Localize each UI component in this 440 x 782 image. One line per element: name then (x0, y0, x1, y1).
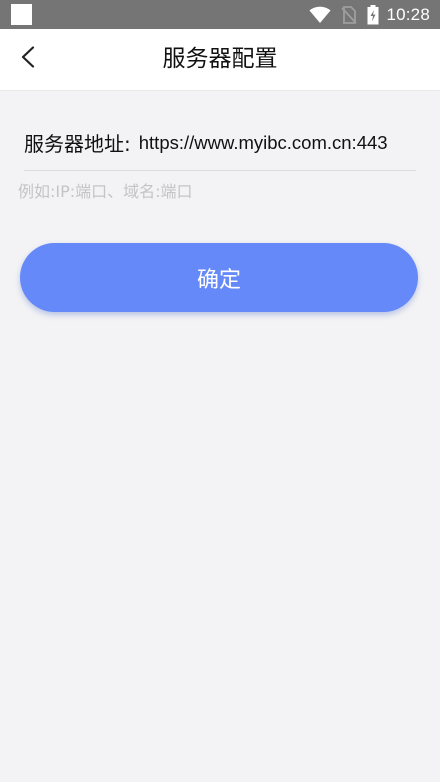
page-title: 服务器配置 (162, 46, 278, 72)
confirm-button[interactable]: 确定 (20, 243, 418, 312)
notification-square-icon (11, 4, 32, 25)
server-address-hint: 例如:IP:端口、域名:端口 (18, 182, 193, 201)
back-button[interactable] (8, 39, 48, 79)
chevron-left-icon (21, 46, 35, 72)
no-sim-icon (341, 5, 358, 24)
status-time: 10:28 (386, 4, 430, 24)
server-config-screen: 10:28 服务器配置 服务器地址: 例如:IP:端口、域名:端口 确定 (0, 0, 440, 782)
status-bar: 10:28 (0, 0, 440, 29)
top-app-bar: 服务器配置 (0, 29, 440, 91)
server-address-label: 服务器地址: (24, 132, 131, 156)
wifi-icon (309, 6, 331, 24)
battery-charging-icon (367, 4, 379, 25)
server-address-row: 服务器地址: (24, 115, 416, 171)
status-icons: 10:28 (309, 0, 430, 29)
server-address-input[interactable] (130, 122, 416, 163)
